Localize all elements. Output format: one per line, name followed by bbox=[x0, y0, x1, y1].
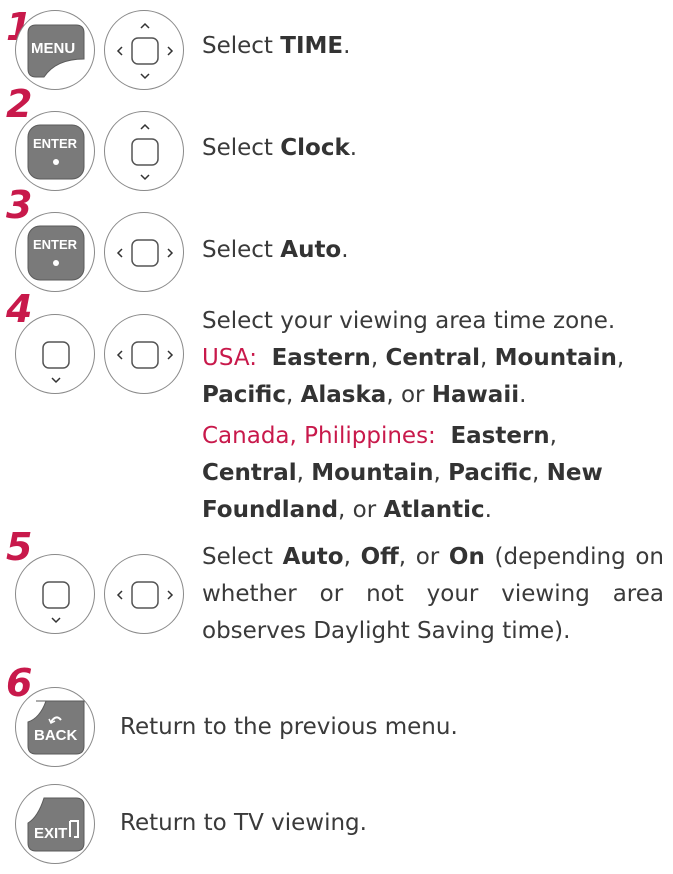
step-1-text: Select TIME. bbox=[202, 33, 351, 59]
dpad-icon bbox=[104, 111, 184, 191]
step-2-text: Select Clock. bbox=[202, 135, 358, 161]
dpad-icon bbox=[104, 554, 184, 634]
step-exit-text: Return to TV viewing. bbox=[120, 810, 367, 836]
exit-key-label: EXIT bbox=[34, 825, 68, 842]
step-3-text: Select Auto. bbox=[202, 237, 349, 263]
usa-zones: USA: Eastern, Central, Mountain, Pacific… bbox=[202, 345, 625, 408]
back-key-label: BACK bbox=[34, 727, 78, 744]
menu-key-icon: MENU bbox=[15, 10, 95, 90]
back-key-icon: BACK bbox=[15, 687, 95, 767]
dpad-icon bbox=[15, 314, 95, 394]
dpad-icon bbox=[15, 554, 95, 634]
menu-key-label: MENU bbox=[31, 40, 76, 57]
dpad-icon bbox=[104, 10, 184, 90]
step-6-text: Return to the previous menu. bbox=[120, 714, 458, 740]
enter-key-label: ENTER bbox=[33, 237, 78, 252]
exit-key-icon: EXIT bbox=[15, 784, 95, 864]
dpad-icon bbox=[104, 314, 184, 394]
dpad-icon bbox=[104, 212, 184, 292]
enter-key-label: ENTER bbox=[33, 136, 78, 151]
step-5-text: Select Auto, Off, or On (depending on wh… bbox=[202, 544, 665, 644]
step-4-text: Select your viewing area time zone. USA:… bbox=[202, 303, 664, 529]
enter-key-icon: ENTER bbox=[15, 111, 95, 191]
enter-key-icon: ENTER bbox=[15, 212, 95, 292]
canada-zones: Canada, Philippines: Eastern, Central, M… bbox=[202, 423, 603, 523]
step-4-line1: Select your viewing area time zone. bbox=[202, 308, 616, 334]
